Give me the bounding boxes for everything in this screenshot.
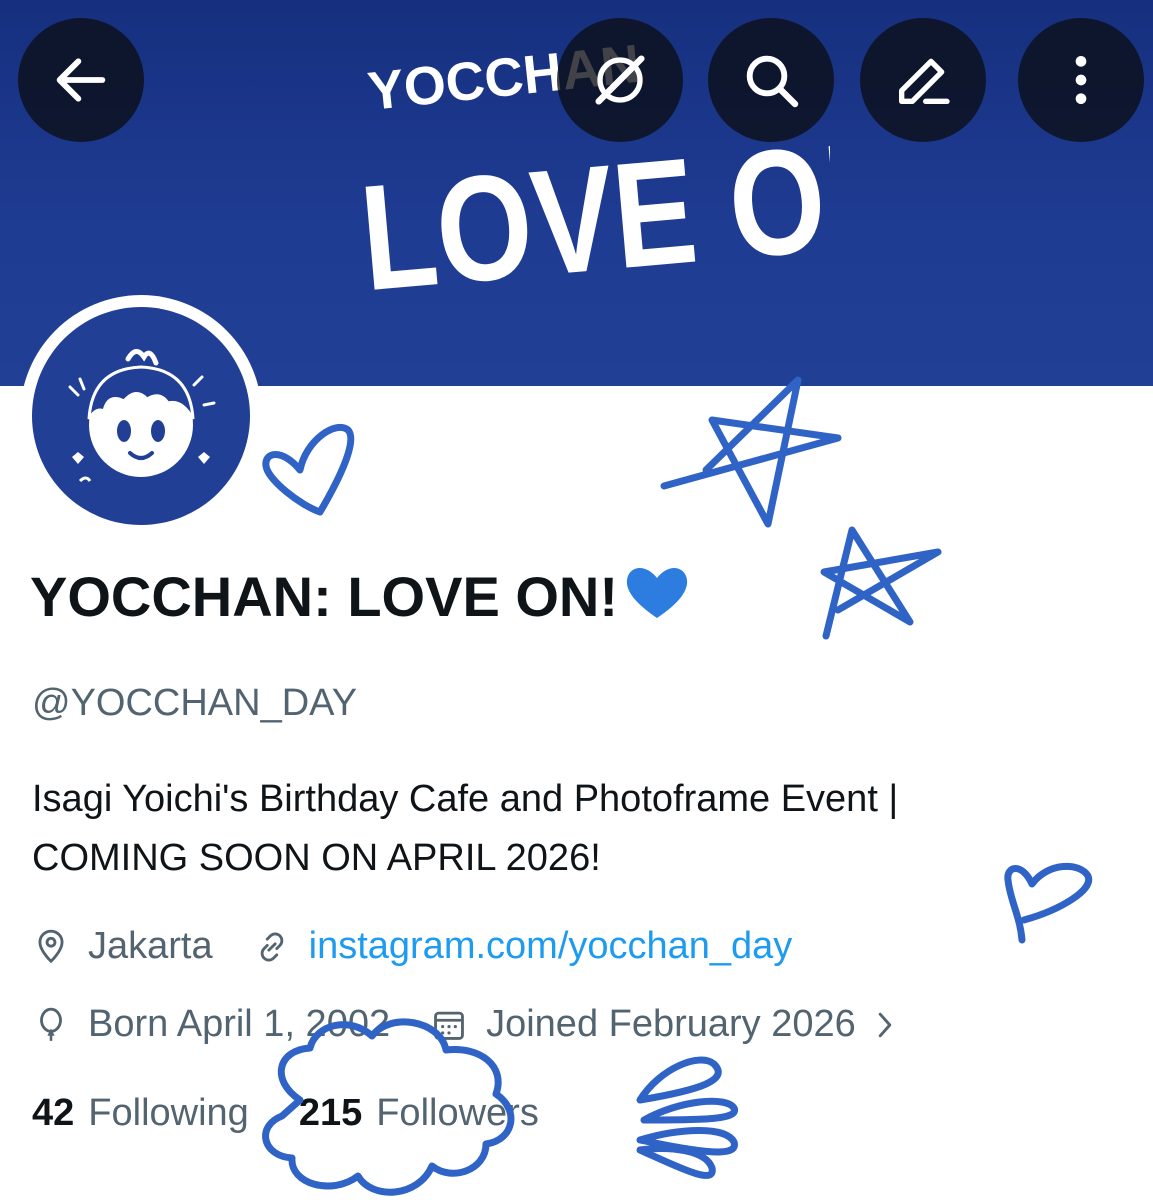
more-vertical-icon (1075, 56, 1087, 104)
handle: @YOCCHAN_DAY (32, 682, 358, 724)
avatar-image (32, 307, 250, 525)
chevron-right-icon[interactable] (870, 1007, 900, 1043)
calendar-icon (430, 1006, 468, 1044)
following-count: 42 (32, 1092, 75, 1134)
birthday: Born April 1, 2002 (32, 1003, 390, 1046)
grok-icon (595, 55, 645, 105)
doodle-motion-lines (640, 1097, 739, 1124)
edit-button[interactable] (860, 18, 986, 142)
joined-text: Joined February 2026 (486, 1003, 856, 1045)
following-stat[interactable]: 42 Following (32, 1092, 249, 1135)
display-name-text: YOCCHAN: LOVE ON! (30, 565, 618, 628)
location-pin-icon (32, 928, 70, 966)
bio-line: Isagi Yoichi's Birthday Cafe and Photofr… (32, 778, 899, 820)
link-icon (253, 928, 291, 966)
bio: Isagi Yoichi's Birthday Cafe and Photofr… (32, 770, 1082, 888)
back-button[interactable] (18, 18, 144, 142)
bio-line: COMING SOON ON APRIL 2026! (32, 837, 601, 879)
location-text: Jakarta (88, 925, 213, 967)
followers-count: 215 (298, 1092, 363, 1134)
joined-date[interactable]: Joined February 2026 (430, 1003, 856, 1046)
arrow-left-icon (56, 58, 106, 102)
website[interactable]: instagram.com/yocchan_day (253, 925, 793, 968)
birthday-text: Born April 1, 2002 (88, 1003, 391, 1045)
doodle-heart (262, 423, 355, 516)
avatar[interactable] (20, 295, 262, 537)
blue-heart-icon (622, 562, 692, 622)
doodle-star (660, 376, 842, 528)
followers-label: Followers (376, 1092, 539, 1134)
doodle-star (820, 526, 942, 640)
search-icon (746, 55, 799, 108)
edit-icon (899, 58, 950, 104)
display-name: YOCCHAN: LOVE ON! (30, 562, 692, 629)
doodle-motion-lines (636, 1127, 738, 1156)
more-button[interactable] (1018, 18, 1144, 142)
follow-stats: 42 Following 215 Followers (32, 1092, 589, 1135)
profile-meta-location-website: Jakarta instagram.com/yocchan_day (32, 925, 832, 968)
balloon-icon (32, 1006, 70, 1044)
grok-button[interactable] (557, 18, 683, 142)
followers-stat[interactable]: 215 Followers (299, 1092, 539, 1135)
doodle-motion-lines (636, 1145, 716, 1179)
doodle-motion-lines (636, 1056, 722, 1104)
profile-meta-dates: Born April 1, 2002 Joined February 2026 (32, 1003, 900, 1046)
following-label: Following (88, 1092, 249, 1134)
location: Jakarta (32, 925, 213, 968)
search-button[interactable] (708, 18, 834, 142)
website-link[interactable]: instagram.com/yocchan_day (309, 925, 793, 968)
